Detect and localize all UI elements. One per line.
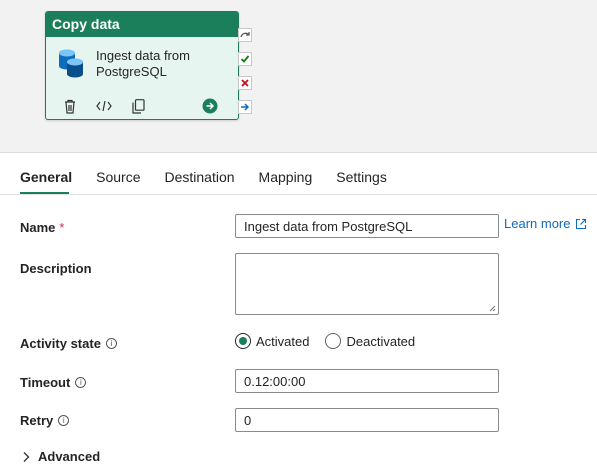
tabs-divider bbox=[0, 194, 597, 195]
tab-destination[interactable]: Destination bbox=[165, 169, 235, 195]
advanced-label: Advanced bbox=[38, 449, 101, 464]
panel-divider bbox=[0, 152, 597, 153]
name-input[interactable] bbox=[235, 214, 499, 238]
chevron-right-icon bbox=[23, 451, 30, 462]
properties-tabs: General Source Destination Mapping Setti… bbox=[20, 169, 411, 195]
completion-arrow-icon[interactable] bbox=[238, 100, 252, 114]
deactivated-radio[interactable]: Deactivated bbox=[325, 333, 415, 349]
radio-circle-activated[interactable] bbox=[235, 333, 251, 349]
fail-x-icon[interactable] bbox=[238, 76, 252, 90]
advanced-expander[interactable]: Advanced bbox=[22, 449, 100, 464]
activity-name: Ingest data from PostgreSQL bbox=[96, 48, 190, 79]
timeout-input[interactable] bbox=[235, 369, 499, 393]
name-label: Name * bbox=[20, 220, 64, 235]
timeout-label-text: Timeout bbox=[20, 375, 71, 390]
learn-more-text[interactable]: Learn more bbox=[504, 216, 570, 231]
activity-type-label: Copy data bbox=[46, 12, 238, 37]
skip-arrow-icon[interactable] bbox=[238, 28, 252, 42]
required-marker: * bbox=[59, 220, 65, 235]
run-arrow-icon[interactable] bbox=[201, 97, 219, 115]
retry-label-text: Retry bbox=[20, 413, 54, 428]
tab-settings[interactable]: Settings bbox=[336, 169, 387, 195]
name-label-text: Name bbox=[20, 220, 56, 235]
external-link-icon bbox=[576, 218, 587, 229]
activated-label: Activated bbox=[256, 333, 310, 349]
description-textarea[interactable] bbox=[235, 253, 499, 315]
delete-icon[interactable] bbox=[61, 97, 79, 115]
info-icon[interactable]: i bbox=[58, 415, 70, 426]
retry-input[interactable] bbox=[235, 408, 499, 432]
radio-circle-deactivated[interactable] bbox=[325, 333, 342, 349]
tab-mapping[interactable]: Mapping bbox=[259, 169, 313, 195]
copy-icon[interactable] bbox=[129, 97, 147, 115]
activity-state-label: Activity state i bbox=[20, 336, 117, 351]
deactivated-label: Deactivated bbox=[346, 333, 416, 349]
success-check-icon[interactable] bbox=[238, 52, 252, 66]
timeout-label: Timeout i bbox=[20, 375, 87, 390]
info-icon[interactable]: i bbox=[105, 338, 117, 349]
description-label: Description bbox=[20, 261, 92, 276]
code-icon[interactable] bbox=[95, 97, 113, 115]
database-icon bbox=[59, 49, 83, 78]
retry-label: Retry i bbox=[20, 413, 70, 428]
activity-state-radio-group: Activated Deactivated bbox=[235, 333, 431, 349]
info-icon[interactable]: i bbox=[75, 377, 87, 388]
copy-data-activity-card[interactable]: Copy data Ingest data from PostgreSQL bbox=[45, 11, 239, 120]
resize-grip-icon[interactable] bbox=[488, 304, 496, 312]
activated-radio[interactable]: Activated bbox=[235, 333, 309, 349]
tab-source[interactable]: Source bbox=[96, 169, 140, 195]
learn-more-link[interactable]: Learn more bbox=[504, 216, 587, 231]
activity-state-label-text: Activity state bbox=[20, 336, 101, 351]
pipeline-canvas[interactable]: Copy data Ingest data from PostgreSQL bbox=[0, 0, 597, 152]
radio-selected-dot bbox=[239, 337, 247, 345]
description-label-text: Description bbox=[20, 261, 92, 276]
